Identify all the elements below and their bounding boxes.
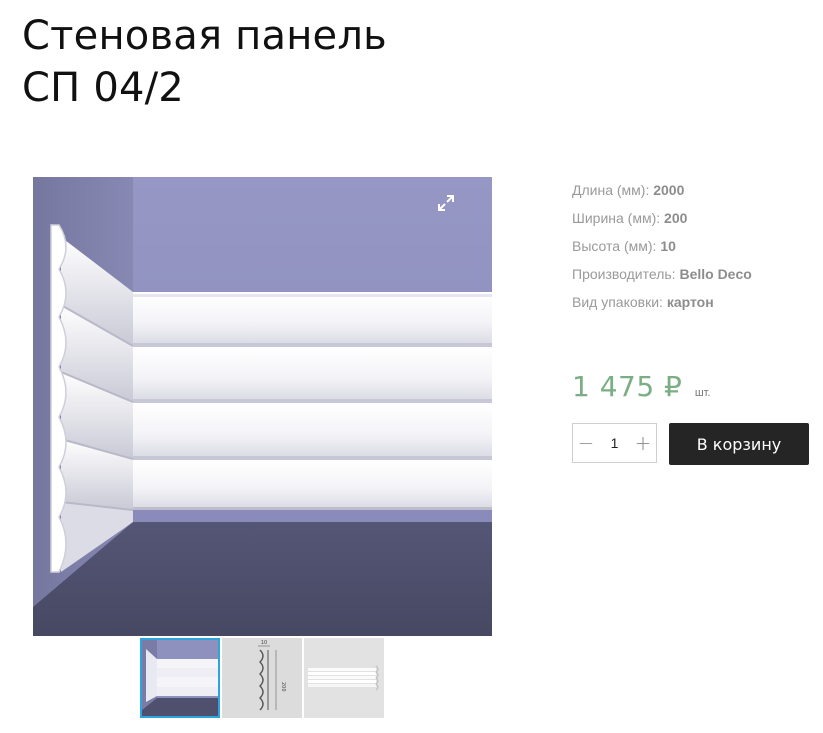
price-amount: 1 475 ₽ (572, 370, 683, 403)
product-main-image[interactable] (33, 177, 492, 636)
spec-height: Высота (мм): 10 (572, 232, 752, 260)
spec-value: Bello Deco (679, 266, 752, 282)
drawing-width-label: 10 (261, 640, 267, 646)
thumbnail-drawing-image: 10 200 (222, 638, 302, 718)
spec-value: 200 (664, 210, 688, 226)
spec-packaging: Вид упаковки: картон (572, 288, 752, 316)
expand-icon[interactable] (436, 193, 456, 213)
wall-panel-render (33, 177, 492, 636)
quantity-decrease-button[interactable]: − (573, 424, 599, 462)
price-block: 1 475 ₽ шт. (572, 370, 711, 403)
thumbnail-2[interactable]: 10 200 (222, 638, 302, 718)
spec-label: Высота (мм): (572, 238, 657, 254)
thumbnail-panel-image (304, 638, 384, 718)
spec-value: 10 (660, 238, 676, 254)
spec-value: 2000 (653, 182, 685, 198)
product-specs: Длина (мм): 2000 Ширина (мм): 200 Высота… (572, 176, 752, 316)
spec-length: Длина (мм): 2000 (572, 176, 752, 204)
quantity-increase-button[interactable]: + (630, 424, 656, 462)
thumbnail-render-image (142, 640, 218, 716)
spec-manufacturer: Производитель: Bello Deco (572, 260, 752, 288)
add-to-cart-button[interactable]: В корзину (669, 423, 809, 465)
panel-strips (133, 292, 492, 510)
spec-value: картон (666, 294, 714, 310)
product-title-line2: СП 04/2 (22, 65, 184, 111)
spec-label: Длина (мм): (572, 182, 650, 198)
drawing-height-label: 200 (280, 682, 286, 692)
thumbnail-1[interactable] (140, 638, 220, 718)
quantity-stepper: − + (572, 423, 657, 463)
panel-side (60, 237, 134, 572)
spec-label: Ширина (мм): (572, 210, 661, 226)
thumbnail-3[interactable] (304, 638, 384, 718)
product-title: Стеновая панель СП 04/2 (22, 10, 387, 114)
spec-label: Вид упаковки: (572, 294, 663, 310)
spec-label: Производитель: (572, 266, 676, 282)
price-unit: шт. (694, 387, 711, 399)
product-title-line1: Стеновая панель (22, 13, 387, 59)
quantity-input[interactable] (600, 435, 629, 451)
spec-width: Ширина (мм): 200 (572, 204, 752, 232)
